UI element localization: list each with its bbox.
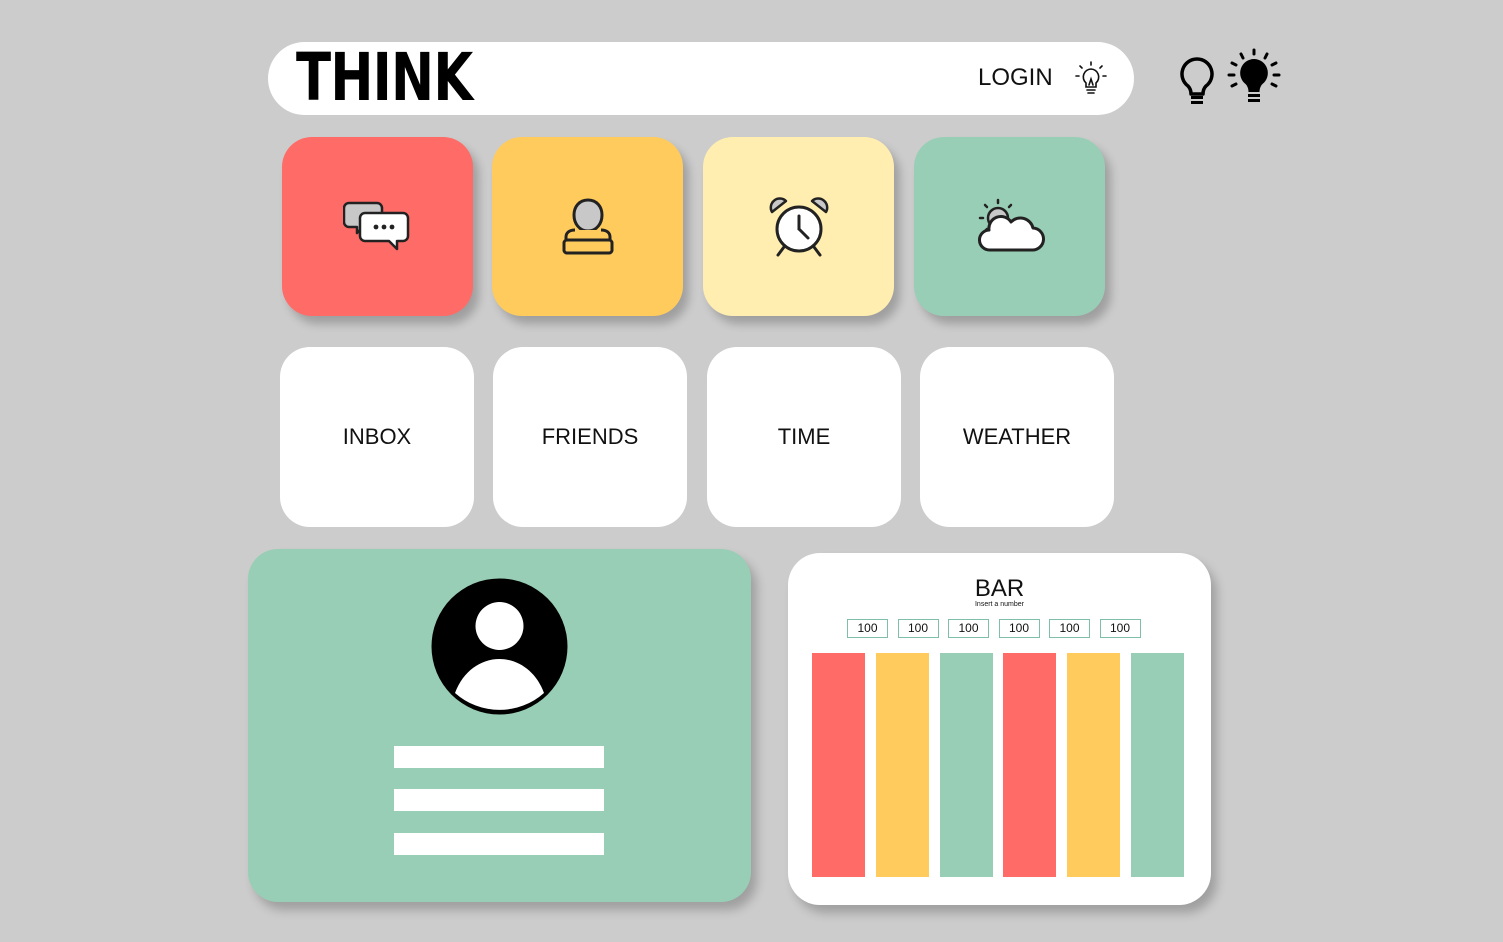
bar-chart-card: BAR Insert a number 100 100 100 100 100 100: [788, 553, 1211, 905]
bar-mark: [1131, 653, 1184, 877]
bar-mark: [1067, 653, 1121, 877]
tile-time[interactable]: [703, 137, 894, 316]
bar-value-input[interactable]: 100: [948, 619, 989, 638]
login-link[interactable]: LOGIN: [978, 64, 1053, 92]
tile-weather[interactable]: [914, 137, 1105, 316]
bar-mark: [1003, 653, 1057, 877]
bar-mark: [812, 653, 865, 877]
menu-inbox[interactable]: INBOX: [280, 347, 474, 527]
bar-mark: [939, 653, 993, 877]
bar-value-input[interactable]: 100: [1049, 619, 1090, 638]
lightbulb-off-icon[interactable]: [1178, 56, 1216, 108]
lightbulb-on-icon[interactable]: [1226, 48, 1282, 108]
bar-mark: [875, 653, 929, 877]
chart-title: BAR: [974, 575, 1025, 602]
tile-inbox[interactable]: [282, 137, 473, 316]
partly-cloudy-icon: [977, 198, 1045, 252]
menu-weather[interactable]: WEATHER: [920, 347, 1114, 527]
user-icon: [562, 197, 613, 254]
bar-value-input[interactable]: 100: [847, 619, 888, 638]
bar-value-input[interactable]: 100: [1099, 619, 1141, 638]
menu-friends[interactable]: FRIENDS: [493, 347, 687, 527]
profile-card: [248, 549, 751, 902]
profile-info-line: [394, 789, 604, 811]
tile-friends[interactable]: [492, 137, 683, 316]
avatar-icon[interactable]: [431, 578, 568, 715]
profile-info-line: [394, 746, 604, 768]
bar-value-input[interactable]: 100: [897, 619, 939, 638]
app-logo[interactable]: THINK: [296, 45, 473, 111]
bar-value-input[interactable]: 100: [998, 619, 1040, 638]
chat-bubbles-icon: [342, 201, 409, 250]
chart-subtitle: Insert a number: [974, 601, 1025, 608]
profile-info-line: [394, 833, 604, 855]
alarm-clock-icon: [769, 196, 828, 256]
menu-time[interactable]: TIME: [707, 347, 901, 527]
lightbulb-outline-icon[interactable]: [1073, 60, 1109, 98]
